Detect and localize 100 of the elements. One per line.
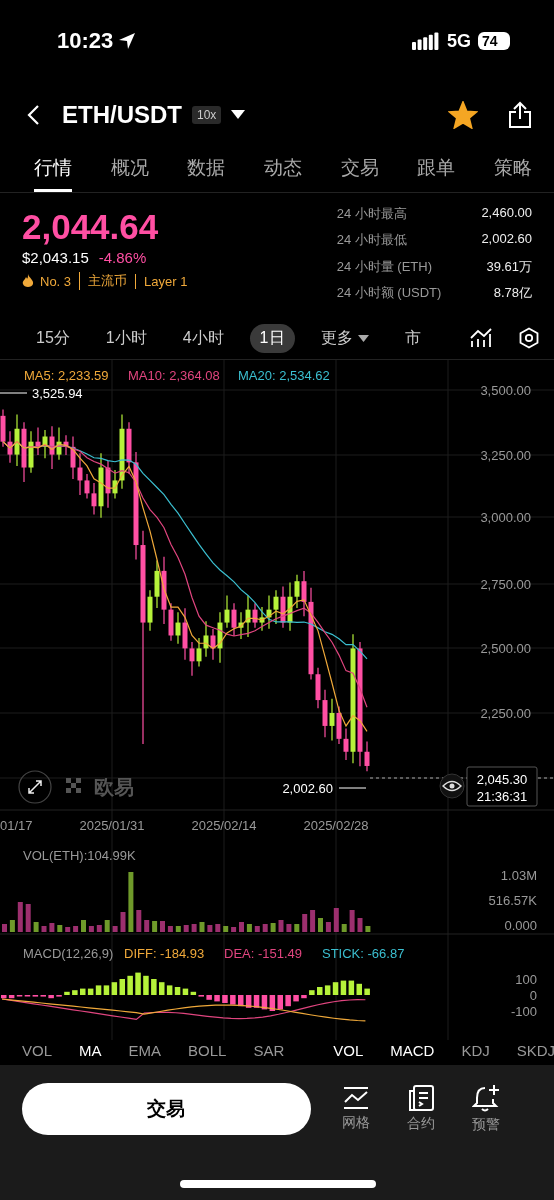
- volume-bar: [41, 926, 47, 932]
- interval-tab[interactable]: 1小时: [95, 323, 157, 353]
- volume-bar: [239, 922, 244, 932]
- indicator-tab[interactable]: MACD: [390, 1041, 435, 1059]
- logo-icon: [66, 778, 81, 793]
- interval-tab[interactable]: 1日: [249, 323, 295, 353]
- volume-bar: [231, 927, 237, 932]
- volume-bar: [270, 923, 276, 932]
- action-button[interactable]: 预警: [468, 1084, 504, 1134]
- action-button[interactable]: 网格: [338, 1086, 374, 1132]
- volume-bar: [2, 924, 7, 932]
- tab[interactable]: 交易: [340, 147, 379, 192]
- chart-line-icon[interactable]: [470, 328, 492, 348]
- expand-icon[interactable]: [18, 770, 52, 804]
- axis-label: 2,500.00: [480, 641, 531, 656]
- macd-bar: [230, 995, 236, 1005]
- indicator-tab[interactable]: VOL: [22, 1041, 52, 1059]
- flame-icon: [22, 273, 34, 289]
- volume-bar: [17, 902, 23, 932]
- volume-bar: [302, 914, 308, 932]
- interval-tab[interactable]: 更多: [310, 323, 379, 353]
- volume-bar: [88, 926, 94, 932]
- tag: 主流币: [79, 272, 128, 290]
- volume-bar: [333, 908, 339, 932]
- volume-bar: [175, 926, 181, 932]
- axis-label: 100: [515, 972, 537, 987]
- indicator-tab[interactable]: EMA: [128, 1041, 162, 1059]
- volume-bar: [128, 872, 134, 932]
- axis-label: 3,500.00: [480, 383, 531, 398]
- leader-line: [338, 787, 367, 789]
- axis-label: 2,250.00: [480, 706, 531, 721]
- macd-bar: [143, 975, 149, 995]
- date-label: 2025/02/28: [303, 818, 369, 833]
- indicator-tab[interactable]: KDJ: [461, 1041, 490, 1059]
- last-price: 2,044.64: [22, 207, 160, 247]
- stat-value: 39.61万: [485, 257, 532, 276]
- indicator-tab[interactable]: SKDJ: [516, 1041, 554, 1059]
- volume-bar: [365, 926, 371, 932]
- tab[interactable]: 动态: [263, 147, 302, 192]
- indicator-tab[interactable]: SAR: [253, 1041, 285, 1059]
- volume-bar: [318, 918, 323, 932]
- eye-icon[interactable]: [439, 773, 465, 799]
- volume-bar: [120, 912, 126, 932]
- caret-icon: [357, 334, 369, 342]
- macd-bar: [127, 975, 133, 995]
- grid-trading-icon: [343, 1086, 370, 1110]
- bell-plus-icon: [472, 1084, 501, 1112]
- volume-bar: [325, 922, 331, 932]
- volume-bar: [183, 925, 189, 932]
- indicator-tab[interactable]: VOL: [333, 1041, 364, 1059]
- dropdown-icon[interactable]: [231, 109, 246, 120]
- trade-button[interactable]: 交易: [22, 1083, 311, 1135]
- macd-bar: [64, 991, 70, 995]
- macd-bar: [293, 995, 299, 1002]
- indicator-tab[interactable]: BOLL: [188, 1041, 227, 1059]
- logo-text: 欧易: [94, 776, 134, 798]
- dea-legend: DEA: -151.49: [224, 946, 303, 961]
- axis-label: -100: [510, 1004, 537, 1019]
- volume-bar: [262, 924, 268, 932]
- stat-value: 2,002.60: [481, 231, 532, 249]
- tag: Layer 1: [135, 273, 188, 289]
- star-icon[interactable]: [448, 100, 478, 129]
- stat-value: 2,460.00: [481, 205, 532, 222]
- settings-icon[interactable]: [518, 327, 540, 349]
- stat-value: 8.78亿: [492, 283, 532, 302]
- price-change: -4.86%: [98, 249, 147, 266]
- tab[interactable]: 跟单: [417, 147, 456, 192]
- volume-bar: [136, 910, 142, 932]
- network-label: 5G: [447, 30, 471, 52]
- macd-bar: [222, 995, 228, 1003]
- tab[interactable]: 策略: [493, 147, 532, 192]
- interval-tab[interactable]: 4小时: [172, 323, 234, 353]
- tab[interactable]: 行情: [34, 147, 72, 192]
- ma-legend: MA20: 2,534.62: [238, 368, 330, 383]
- stat-label: 24 小时最高: [336, 205, 408, 223]
- interval-tab[interactable]: 市: [394, 323, 431, 353]
- volume-bar: [144, 920, 150, 932]
- volume-bar: [112, 926, 118, 932]
- volume-bar: [9, 920, 15, 932]
- share-icon[interactable]: [508, 100, 532, 129]
- indicator-tab[interactable]: MA: [79, 1041, 102, 1059]
- macd-legend: MACD(12,26,9): [23, 946, 114, 961]
- volume-bar: [57, 925, 63, 932]
- volume-bar: [81, 920, 86, 932]
- volume-bar: [65, 927, 71, 932]
- ma-legend: MA5: 2,233.59: [24, 368, 109, 383]
- tab[interactable]: 概况: [110, 147, 149, 192]
- stat-label: 24 小时额 (USDT): [336, 283, 442, 302]
- axis-label: 1.03M: [500, 868, 537, 883]
- interval-tab[interactable]: 15分: [26, 323, 80, 353]
- back-icon[interactable]: [26, 103, 40, 126]
- stat-label: 24 小时量 (ETH): [336, 257, 433, 276]
- volume-bar: [286, 924, 292, 932]
- macd-bar: [214, 995, 220, 1002]
- macd-bar: [309, 990, 315, 995]
- tab[interactable]: 数据: [187, 147, 226, 192]
- stat-label: 24 小时最低: [336, 231, 408, 250]
- axis-label: 516.57K: [488, 893, 537, 908]
- axis-label: 0.000: [504, 918, 537, 933]
- action-button[interactable]: 合约: [403, 1085, 439, 1133]
